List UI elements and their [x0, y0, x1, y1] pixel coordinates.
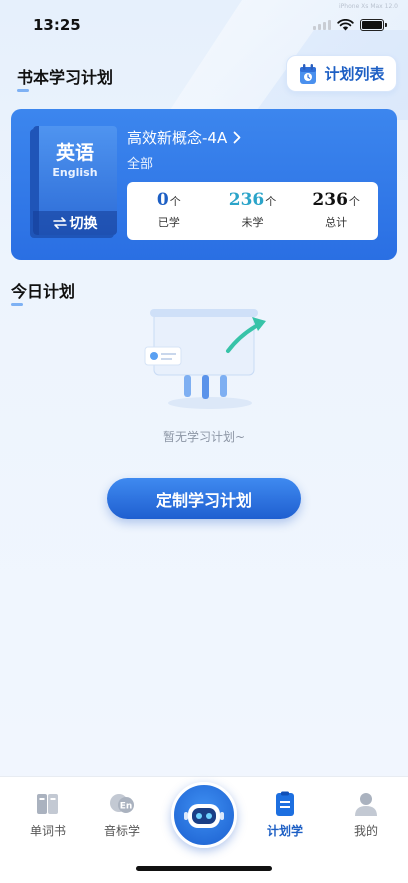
stat-total-unit: 个: [348, 195, 360, 208]
chevron-right-icon: [233, 131, 241, 144]
stat-total-value: 236: [312, 190, 348, 210]
signal-icon: [313, 20, 331, 30]
tab-wordbook[interactable]: 单词书: [13, 791, 83, 839]
stat-learned: 0个 已学: [127, 182, 211, 240]
today-plan-title: 今日计划: [11, 278, 76, 306]
status-icons: [313, 19, 387, 31]
tab-wordbook-label: 单词书: [29, 824, 66, 838]
empty-plan-illustration: [144, 309, 266, 409]
tab-plan[interactable]: 计划学: [250, 791, 320, 839]
calendar-icon: [300, 63, 317, 84]
plan-list-button[interactable]: 计划列表: [286, 55, 397, 92]
switch-book-button[interactable]: 切换: [33, 211, 117, 235]
wifi-icon: [337, 19, 354, 31]
switch-label: 切换: [69, 216, 98, 232]
stat-unlearned-value: 236: [228, 190, 265, 210]
battery-icon: [360, 19, 387, 31]
empty-plan-text: 暂无学习计划~: [162, 430, 246, 444]
book-subject: 英语: [55, 142, 94, 164]
book-icon: [37, 794, 58, 814]
page-title: 书本学习计划: [17, 64, 114, 92]
stat-total-label: 总计: [325, 216, 348, 229]
clipboard-icon: [276, 791, 294, 816]
status-time: 13:25: [33, 16, 81, 34]
book-title-link[interactable]: 高效新概念-4A: [127, 127, 241, 148]
title-underline: [11, 303, 23, 306]
today-plan-title-text: 今日计划: [11, 282, 76, 301]
plan-list-label: 计划列表: [324, 65, 385, 83]
phonetics-icon: En: [110, 794, 134, 813]
stat-learned-label: 已学: [157, 216, 180, 229]
book-title: 高效新概念-4A: [127, 129, 228, 147]
tab-mine[interactable]: 我的: [331, 791, 401, 839]
tab-phonetics[interactable]: En 音标学: [87, 791, 157, 839]
book-language: English: [52, 166, 98, 179]
stat-learned-value: 0: [156, 190, 169, 210]
tab-plan-label: 计划学: [266, 824, 303, 838]
page-title-text: 书本学习计划: [17, 68, 114, 87]
swap-icon: [52, 217, 67, 229]
stat-total: 236个 总计: [294, 182, 378, 240]
home-indicator: [136, 866, 272, 871]
title-underline: [17, 89, 29, 92]
watermark-text: iPhone Xs Max 12.0: [339, 3, 398, 10]
tab-phonetics-label: 音标学: [103, 824, 140, 838]
book-scope: 全部: [127, 157, 154, 172]
custom-plan-button[interactable]: 定制学习计划: [107, 478, 301, 519]
robot-icon: [184, 804, 224, 828]
user-icon: [355, 793, 377, 816]
book-cover: 英语 English 切换: [33, 126, 117, 235]
status-bar: 13:25 iPhone Xs Max 12.0: [0, 0, 408, 50]
stat-unlearned-unit: 个: [265, 195, 277, 208]
book-card[interactable]: 英语 English 切换 高效新概念-4A 全部 0个 已学 236个 未学: [11, 109, 397, 260]
stat-unlearned: 236个 未学: [211, 182, 295, 240]
tab-mine-label: 我的: [353, 824, 378, 838]
svg-text:En: En: [120, 802, 133, 812]
stat-learned-unit: 个: [169, 195, 181, 208]
stats-box: 0个 已学 236个 未学 236个 总计: [127, 182, 378, 240]
stat-unlearned-label: 未学: [241, 216, 264, 229]
robot-assistant-button[interactable]: [171, 782, 237, 848]
